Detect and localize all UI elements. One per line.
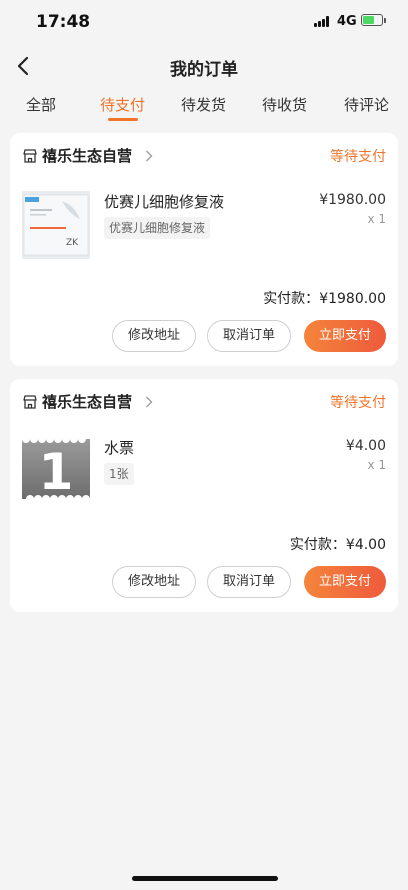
product-quantity: x 1 xyxy=(367,458,386,472)
order-card: 禧乐生态自营 等待支付 ZK 优赛儿细胞修复液 优赛儿细胞修复液 ¥1980.0… xyxy=(10,133,398,366)
tab-pending-receipt[interactable]: 待收货 xyxy=(262,94,307,115)
order-status: 等待支付 xyxy=(330,149,386,165)
total-row: 实付款：¥1980.00 xyxy=(263,288,386,308)
modify-address-button[interactable]: 修改地址 xyxy=(112,566,196,598)
order-card: 禧乐生态自营 等待支付 1 水票 1张 ¥4.00 x 1 实付款：¥4.00 … xyxy=(10,379,398,612)
pay-now-button[interactable]: 立即支付 xyxy=(304,320,386,352)
battery-cap xyxy=(384,18,386,23)
status-bar: 17:48 4G xyxy=(0,0,408,44)
total-label: 实付款： xyxy=(289,537,346,553)
nav-bar: 我的订单 xyxy=(0,44,408,88)
tab-all[interactable]: 全部 xyxy=(26,94,56,115)
shop-name: 禧乐生态自营 xyxy=(42,147,133,165)
product-name[interactable]: 水票 xyxy=(104,437,134,458)
shop-name: 禧乐生态自营 xyxy=(42,393,133,411)
network-type: 4G xyxy=(337,14,357,29)
product-spec: 优赛儿细胞修复液 xyxy=(104,217,211,239)
water-ticket-graphic: 1 xyxy=(22,439,90,501)
page-title: 我的订单 xyxy=(170,60,238,80)
order-tabs: 全部 待支付 待发货 待收货 待评论 xyxy=(0,88,408,124)
store-icon xyxy=(23,149,37,163)
product-price: ¥4.00 xyxy=(345,438,386,454)
svg-text:ZK: ZK xyxy=(66,238,79,248)
pay-now-button[interactable]: 立即支付 xyxy=(304,566,386,598)
product-quantity: x 1 xyxy=(367,212,386,226)
modify-address-button[interactable]: 修改地址 xyxy=(112,320,196,352)
chevron-right-icon xyxy=(146,150,153,162)
shop-row[interactable]: 禧乐生态自营 等待支付 xyxy=(22,391,386,413)
shop-row[interactable]: 禧乐生态自营 等待支付 xyxy=(22,145,386,167)
ticket-number: 1 xyxy=(39,443,74,501)
total-label: 实付款： xyxy=(263,291,320,307)
tab-pending-shipment[interactable]: 待发货 xyxy=(181,94,226,115)
chevron-right-icon xyxy=(146,396,153,408)
cancel-order-button[interactable]: 取消订单 xyxy=(207,320,291,352)
product-image[interactable]: ZK xyxy=(22,191,90,259)
total-row: 实付款：¥4.00 xyxy=(290,534,386,554)
home-indicator[interactable] xyxy=(132,876,278,881)
battery-icon xyxy=(361,14,383,26)
order-status: 等待支付 xyxy=(330,395,386,411)
product-price: ¥1980.00 xyxy=(319,192,386,208)
signal-icon xyxy=(314,15,332,27)
cancel-order-button[interactable]: 取消订单 xyxy=(207,566,291,598)
active-tab-indicator xyxy=(108,118,138,121)
product-spec: 1张 xyxy=(104,463,134,485)
status-time: 17:48 xyxy=(36,12,91,32)
product-image[interactable]: 1 xyxy=(22,435,90,503)
product-box-graphic: ZK xyxy=(22,191,90,259)
store-icon xyxy=(23,395,37,409)
tab-pending-review[interactable]: 待评论 xyxy=(344,94,389,115)
total-value: ¥1980.00 xyxy=(319,291,386,307)
total-value: ¥4.00 xyxy=(345,537,386,553)
tab-pending-payment[interactable]: 待支付 xyxy=(100,94,145,115)
battery-level xyxy=(363,16,374,24)
product-name[interactable]: 优赛儿细胞修复液 xyxy=(104,191,224,212)
